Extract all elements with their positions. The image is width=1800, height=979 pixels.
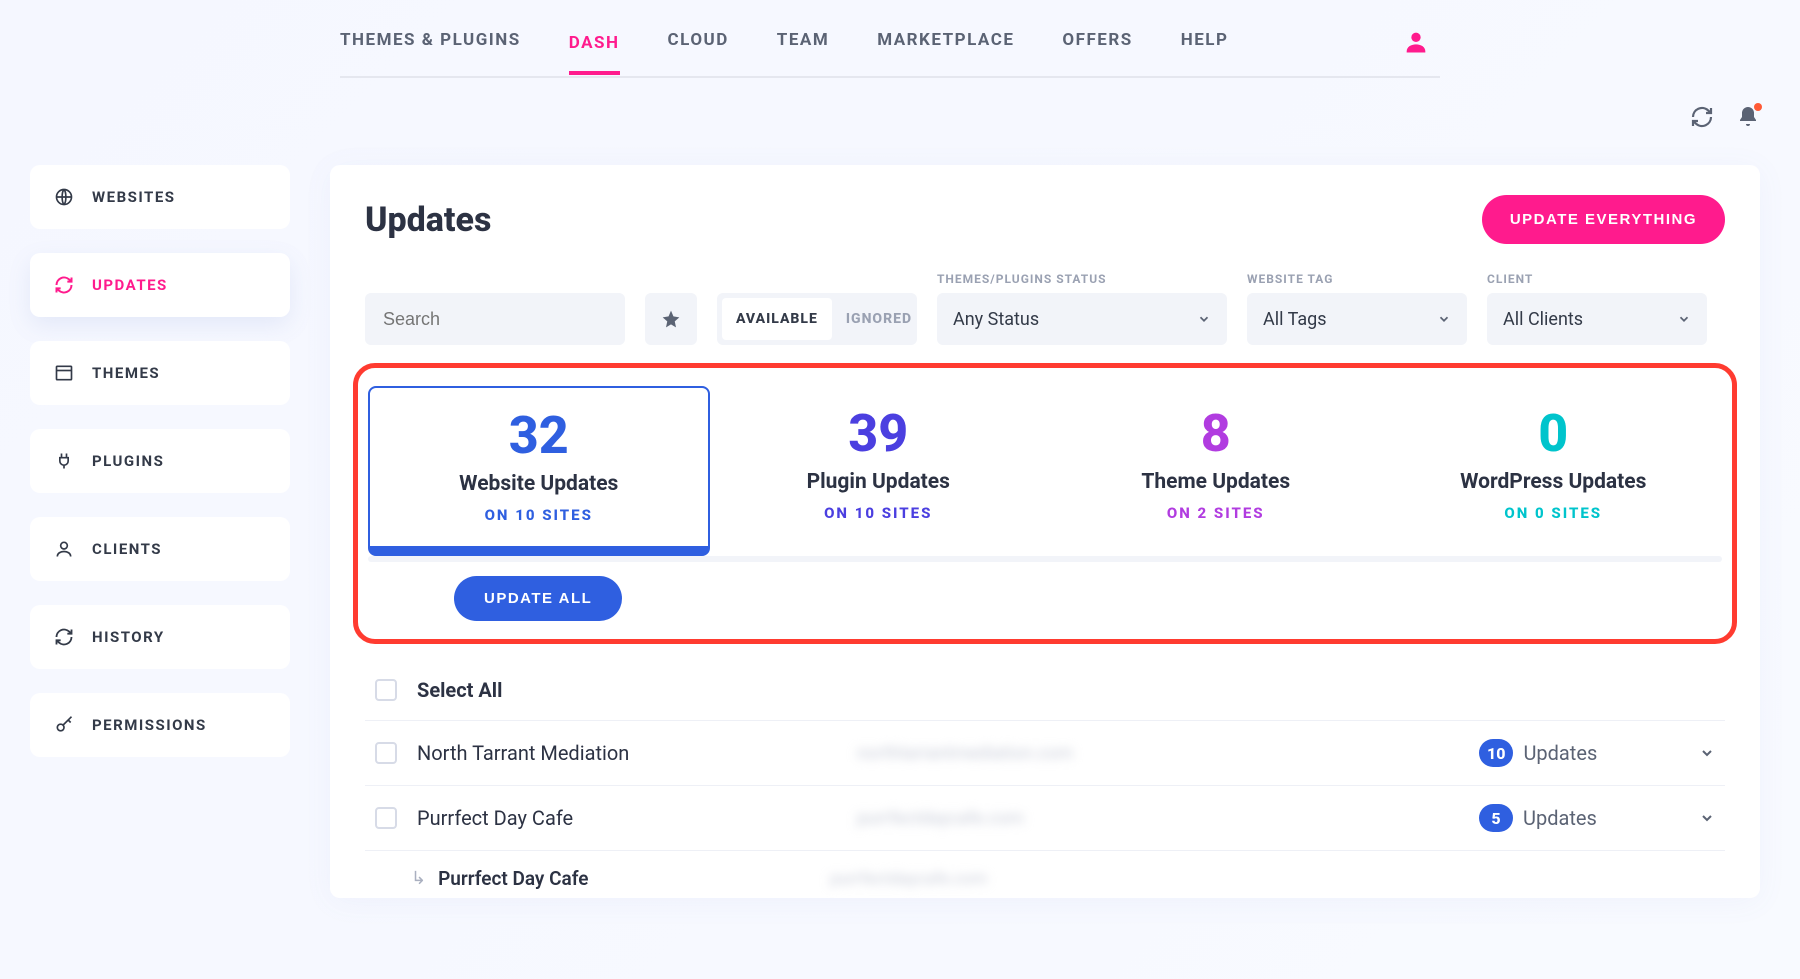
sidebar-item-label: CLIENTS	[92, 540, 162, 558]
star-icon	[661, 309, 681, 329]
top-nav: THEMES & PLUGINS DASH CLOUD TEAM MARKETP…	[340, 0, 1440, 78]
filter-row: AVAILABLE IGNORED THEMES/PLUGINS STATUS …	[365, 272, 1725, 345]
nav-dash[interactable]: DASH	[569, 33, 620, 75]
client-filter-label: CLIENT	[1487, 272, 1707, 287]
sidebar-item-label: UPDATES	[92, 276, 168, 294]
user-icon[interactable]	[1402, 28, 1430, 56]
notifications-button[interactable]	[1736, 105, 1760, 129]
table-row[interactable]: North Tarrant Mediation northtarrantmedi…	[365, 721, 1725, 786]
row-site-name: North Tarrant Mediation	[417, 741, 837, 765]
chevron-down-icon	[1197, 312, 1211, 326]
sidebar-item-label: PERMISSIONS	[92, 716, 207, 734]
chevron-down-icon[interactable]	[1699, 810, 1715, 826]
nav-themes-plugins[interactable]: THEMES & PLUGINS	[340, 30, 521, 58]
row-checkbox[interactable]	[375, 807, 397, 829]
sidebar-item-label: WEBSITES	[92, 188, 176, 206]
sidebar-item-label: HISTORY	[92, 628, 165, 646]
updates-list: Select All North Tarrant Mediation north…	[365, 660, 1725, 898]
chevron-down-icon	[1437, 312, 1451, 326]
segment-available[interactable]: AVAILABLE	[722, 298, 832, 340]
sidebar: WEBSITES UPDATES THEMES PLUGINS CLIENTS …	[30, 165, 290, 757]
summary-row: 32 Website Updates ON 10 SITES 39 Plugin…	[368, 386, 1722, 556]
row-site-name: Purrfect Day Cafe	[417, 806, 837, 830]
plug-icon	[54, 451, 74, 471]
refresh-icon	[54, 275, 74, 295]
table-row[interactable]: Purrfect Day Cafe purrfectdaycafe.com 5 …	[365, 786, 1725, 851]
nav-team[interactable]: TEAM	[777, 30, 829, 58]
sidebar-item-updates[interactable]: UPDATES	[30, 253, 290, 317]
page-header: Updates UPDATE EVERYTHING	[365, 195, 1725, 244]
summary-plugin-updates[interactable]: 39 Plugin Updates ON 10 SITES	[710, 386, 1048, 556]
select-all-label: Select All	[417, 678, 837, 702]
summary-divider	[368, 556, 1722, 562]
refresh-icon[interactable]	[1690, 105, 1714, 129]
sidebar-item-permissions[interactable]: PERMISSIONS	[30, 693, 290, 757]
sub-row-title: Purrfect Day Cafe	[438, 867, 818, 890]
nav-help[interactable]: HELP	[1181, 30, 1229, 58]
segment-ignored[interactable]: IGNORED	[832, 298, 926, 340]
search-box[interactable]	[365, 293, 625, 345]
row-domain: purrfectdaycafe.com	[857, 808, 1459, 829]
chevron-down-icon[interactable]	[1699, 745, 1715, 761]
globe-icon	[54, 187, 74, 207]
row-domain: northtarrantmediation.com	[857, 743, 1459, 764]
top-right-icons	[1690, 105, 1760, 129]
notification-dot	[1754, 103, 1762, 111]
status-select[interactable]: Any Status	[937, 293, 1227, 345]
select-all-checkbox[interactable]	[375, 679, 397, 701]
page-title: Updates	[365, 200, 491, 240]
sub-row-domain: purrfectdaycafe.com	[830, 869, 1725, 889]
sub-row: ↳ Purrfect Day Cafe purrfectdaycafe.com	[365, 851, 1725, 898]
nav-cloud[interactable]: CLOUD	[668, 30, 729, 58]
sidebar-item-clients[interactable]: CLIENTS	[30, 517, 290, 581]
summary-wordpress-updates[interactable]: 0 WordPress Updates ON 0 SITES	[1385, 386, 1723, 556]
update-all-button[interactable]: UPDATE ALL	[454, 576, 622, 621]
select-all-row: Select All	[365, 660, 1725, 721]
layout-icon	[54, 363, 74, 383]
summary-theme-updates[interactable]: 8 Theme Updates ON 2 SITES	[1047, 386, 1385, 556]
person-icon	[54, 539, 74, 559]
row-updates: 5 Updates	[1479, 804, 1679, 832]
sidebar-item-history[interactable]: HISTORY	[30, 605, 290, 669]
key-icon	[54, 715, 74, 735]
history-icon	[54, 627, 74, 647]
search-input[interactable]	[383, 309, 607, 330]
tag-select[interactable]: All Tags	[1247, 293, 1467, 345]
summary-website-updates[interactable]: 32 Website Updates ON 10 SITES	[368, 386, 710, 556]
status-filter-label: THEMES/PLUGINS STATUS	[937, 272, 1227, 287]
updates-count-badge: 5	[1479, 804, 1513, 832]
segment-control: AVAILABLE IGNORED	[717, 293, 917, 345]
nav-marketplace[interactable]: MARKETPLACE	[877, 30, 1014, 58]
nav-offers[interactable]: OFFERS	[1062, 30, 1132, 58]
sidebar-item-themes[interactable]: THEMES	[30, 341, 290, 405]
row-checkbox[interactable]	[375, 742, 397, 764]
client-select[interactable]: All Clients	[1487, 293, 1707, 345]
summary-highlight: 32 Website Updates ON 10 SITES 39 Plugin…	[353, 363, 1737, 644]
sidebar-item-plugins[interactable]: PLUGINS	[30, 429, 290, 493]
sidebar-item-websites[interactable]: WEBSITES	[30, 165, 290, 229]
row-updates: 10 Updates	[1479, 739, 1679, 767]
favorites-filter[interactable]	[645, 293, 697, 345]
sidebar-item-label: THEMES	[92, 364, 160, 382]
main-panel: Updates UPDATE EVERYTHING AVAILABLE IGNO…	[330, 165, 1760, 898]
sidebar-item-label: PLUGINS	[92, 452, 164, 470]
tag-filter-label: WEBSITE TAG	[1247, 272, 1467, 287]
chevron-down-icon	[1677, 312, 1691, 326]
update-everything-button[interactable]: UPDATE EVERYTHING	[1482, 195, 1725, 244]
sub-arrow-icon: ↳	[411, 868, 426, 889]
updates-count-badge: 10	[1479, 739, 1513, 767]
